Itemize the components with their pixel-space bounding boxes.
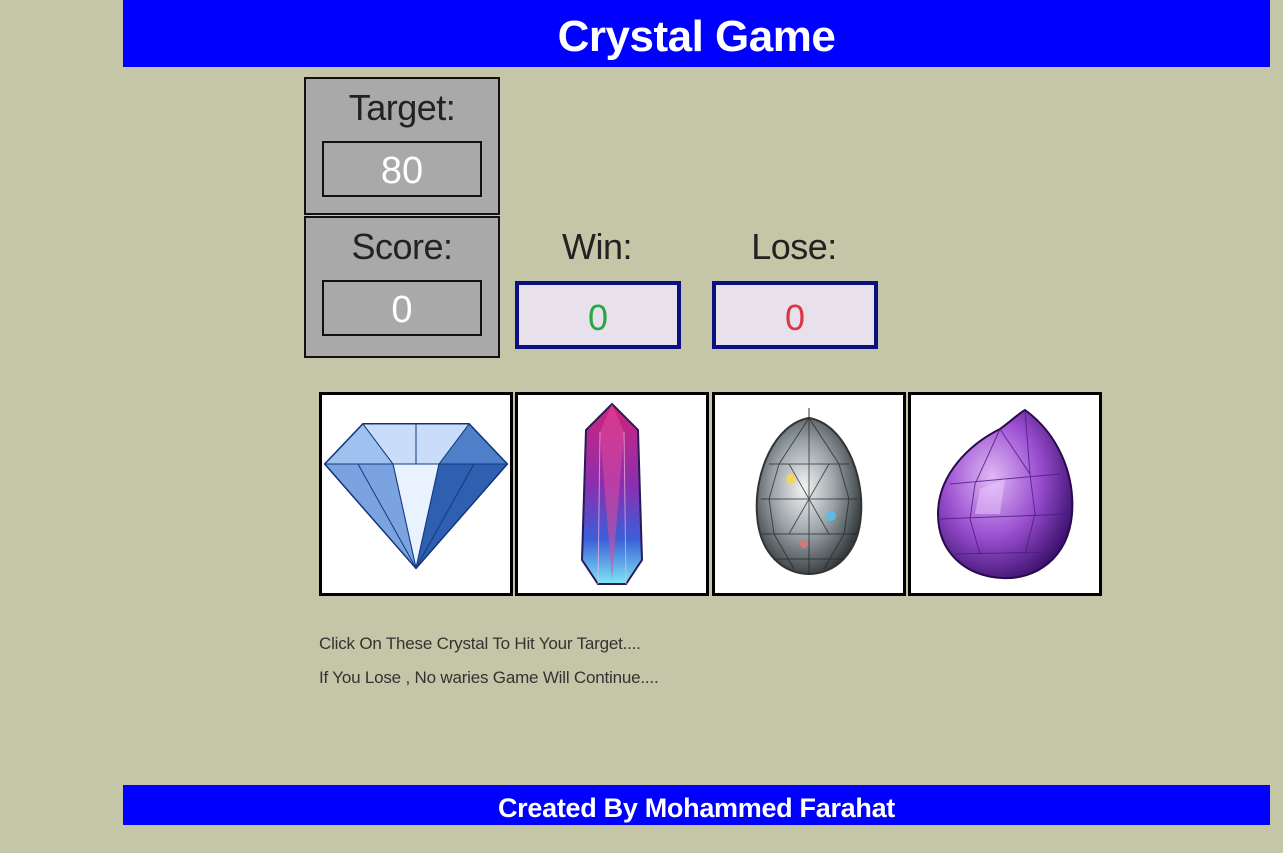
clear-teardrop-crystal-icon	[755, 408, 863, 576]
win-label: Win:	[562, 226, 633, 267]
diamond-crystal-icon	[323, 423, 509, 570]
score-panel: Score: 0	[304, 216, 500, 358]
page-title: Crystal Game	[123, 0, 1270, 67]
footer-credit: Created By Mohammed Farahat	[123, 785, 1270, 825]
score-value: 0	[322, 280, 482, 336]
target-panel: Target: 80	[304, 77, 500, 215]
lose-label: Lose:	[751, 226, 837, 267]
crystal-button-1[interactable]	[319, 392, 513, 596]
pink-blue-crystal-icon	[580, 402, 644, 585]
win-value: 0	[515, 281, 681, 349]
purple-crystal-icon	[936, 408, 1074, 580]
crystal-button-2[interactable]	[515, 392, 709, 596]
lose-value: 0	[712, 281, 878, 349]
target-label: Target:	[348, 87, 456, 128]
game-page: Crystal Game Target: 80 Score: 0 Win: 0 …	[0, 0, 1283, 853]
crystal-button-4[interactable]	[908, 392, 1102, 596]
instruction-line-2: If You Lose , No waries Game Will Contin…	[319, 668, 659, 687]
instruction-line-1: Click On These Crystal To Hit Your Targe…	[319, 634, 641, 653]
crystal-button-3[interactable]	[712, 392, 906, 596]
target-value: 80	[322, 141, 482, 197]
score-label: Score:	[351, 226, 453, 267]
